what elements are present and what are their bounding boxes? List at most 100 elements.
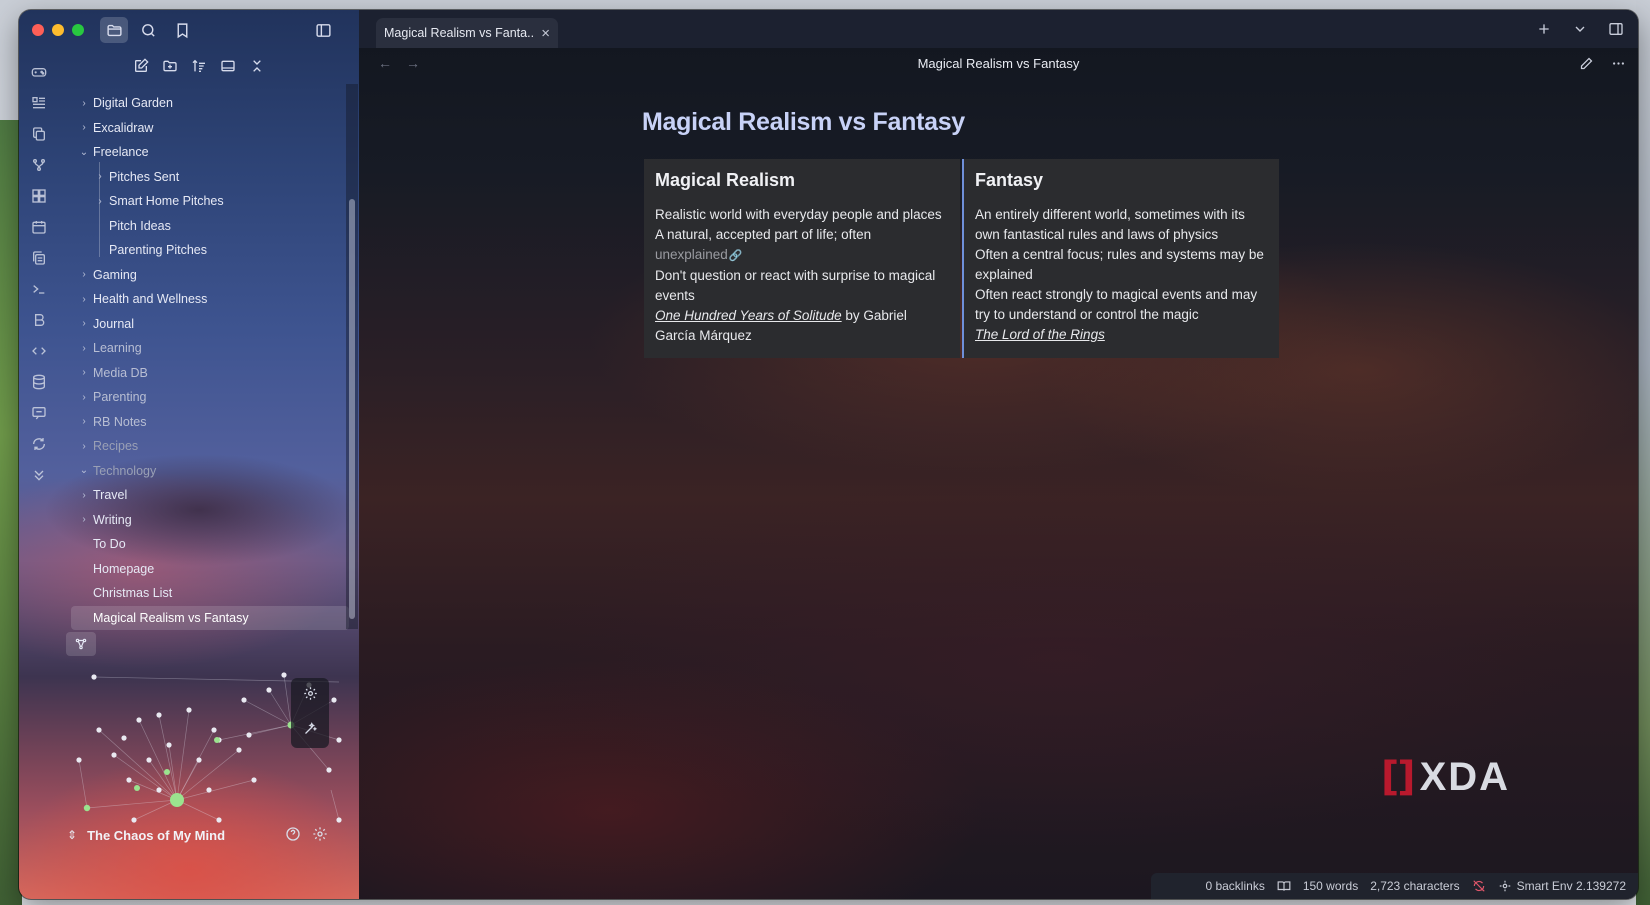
tree-file-homepage[interactable]: Homepage (71, 557, 349, 582)
sidebar-right-icon (1609, 23, 1623, 35)
gear-icon (303, 686, 317, 700)
tree-item-label: To Do (93, 537, 126, 552)
tree-file-christmas-list[interactable]: Christmas List (71, 581, 349, 606)
tree-item-label: Christmas List (93, 586, 173, 601)
collapse-sidebar-button[interactable] (309, 17, 337, 43)
tree-item-label: Parenting (93, 390, 147, 405)
more-options-button[interactable] (1608, 53, 1628, 73)
more-horizontal-icon (1612, 61, 1624, 65)
calendar-icon[interactable] (25, 211, 53, 242)
kanban-icon[interactable] (25, 87, 53, 118)
status-bar: 0 backlinks 150 words 2,723 characters S… (1151, 873, 1638, 899)
smart-env-status[interactable]: Smart Env 2.139272 (1498, 879, 1626, 893)
graph-settings-button[interactable] (303, 686, 318, 706)
minimize-window-button[interactable] (52, 24, 64, 36)
new-tab-button[interactable] (1532, 18, 1556, 40)
backlinks-count[interactable]: 0 backlinks (1205, 879, 1264, 893)
tree-folder-parenting[interactable]: › Parenting (71, 385, 349, 410)
tree-folder-smart-home-pitches[interactable]: › Smart Home Pitches (71, 189, 349, 214)
gamepad-icon[interactable] (25, 56, 53, 87)
tree-folder-journal[interactable]: › Journal (71, 312, 349, 337)
view-title[interactable]: Magical Realism vs Fantasy (359, 56, 1638, 71)
reading-mode-button[interactable] (1277, 879, 1291, 893)
book-link[interactable]: The Lord of the Rings (975, 327, 1105, 342)
sync-disabled-button[interactable] (1472, 879, 1486, 893)
table-row: A natural, accepted part of life; often (655, 225, 949, 245)
folder-icon (106, 24, 122, 36)
files-view-button[interactable] (100, 17, 128, 43)
file-tree-scrollbar[interactable] (346, 84, 358, 629)
tree-file-parenting-pitches[interactable]: Parenting Pitches (71, 238, 349, 263)
chevron-right-icon: › (82, 97, 86, 109)
tree-folder-media-db[interactable]: › Media DB (71, 361, 349, 386)
sort-icon (192, 59, 205, 72)
tree-folder-rb-notes[interactable]: › RB Notes (71, 410, 349, 435)
search-view-button[interactable] (134, 17, 162, 43)
tree-folder-digital-garden[interactable]: › Digital Garden (71, 91, 349, 116)
terminal-icon[interactable] (25, 273, 53, 304)
tree-folder-travel[interactable]: › Travel (71, 483, 349, 508)
tree-folder-recipes[interactable]: › Recipes (71, 434, 349, 459)
vault-switcher[interactable]: ⇕ The Chaos of My Mind (67, 822, 357, 848)
edit-mode-button[interactable] (1576, 53, 1596, 73)
new-folder-button[interactable] (158, 54, 182, 78)
templater-icon[interactable] (25, 335, 53, 366)
graph-icon (75, 638, 87, 650)
tree-item-label: Gaming (93, 267, 137, 282)
toggle-right-sidebar-button[interactable] (1604, 18, 1628, 40)
tree-folder-technology[interactable]: ⌄ Technology (71, 459, 349, 484)
table-row: The Lord of the Rings (975, 325, 1268, 345)
tree-file-pitch-ideas[interactable]: Pitch Ideas (71, 214, 349, 239)
table-row: Often react strongly to magical events a… (975, 287, 1258, 322)
tree-file-to-do[interactable]: To Do (71, 532, 349, 557)
chevron-right-icon: › (82, 122, 86, 134)
magic-wand-icon (304, 721, 317, 734)
tree-folder-pitches-sent[interactable]: › Pitches Sent (71, 165, 349, 190)
tree-item-label: Digital Garden (93, 96, 173, 111)
link-text[interactable]: unexplained (655, 247, 728, 262)
scrollbar-thumb[interactable] (349, 199, 355, 619)
dashboard-icon[interactable] (25, 180, 53, 211)
help-button[interactable] (285, 826, 301, 845)
ribbon (19, 50, 59, 899)
chat-icon[interactable] (25, 397, 53, 428)
tree-folder-health-and-wellness[interactable]: › Health and Wellness (71, 287, 349, 312)
graph-animate-button[interactable] (303, 721, 318, 741)
tree-folder-freelance[interactable]: ⌄ Freelance (71, 140, 349, 165)
settings-button[interactable] (312, 826, 328, 845)
tree-file-magical-realism-vs-fantasy[interactable]: Magical Realism vs Fantasy (71, 605, 349, 630)
new-note-button[interactable] (129, 54, 153, 78)
book-link[interactable]: One Hundred Years of Solitude (655, 308, 842, 323)
tree-folder-learning[interactable]: › Learning (71, 336, 349, 361)
note-title: Magical Realism vs Fantasy (642, 108, 965, 136)
zoom-window-button[interactable] (72, 24, 84, 36)
copy-notes-icon[interactable] (25, 118, 53, 149)
bookmarks-view-button[interactable] (168, 17, 196, 43)
sync-off-icon (1472, 880, 1485, 892)
collapse-all-button[interactable] (245, 54, 269, 78)
tree-folder-excalidraw[interactable]: › Excalidraw (71, 116, 349, 141)
chevrons-down-icon[interactable] (25, 459, 53, 490)
pages-icon[interactable] (25, 242, 53, 273)
tree-folder-gaming[interactable]: › Gaming (71, 263, 349, 288)
bold-icon[interactable] (25, 304, 53, 335)
unresolved-link[interactable]: unexplained🔗 (655, 245, 949, 266)
database-icon[interactable] (25, 366, 53, 397)
close-window-button[interactable] (32, 24, 44, 36)
chevron-down-icon: ⌄ (79, 465, 89, 477)
sort-order-button[interactable] (187, 54, 211, 78)
left-sidebar: › Digital Garden › Excalidraw ⌄ Freelance ›… (19, 10, 359, 899)
close-tab-icon[interactable]: × (541, 25, 550, 42)
tree-folder-writing[interactable]: › Writing (71, 508, 349, 533)
tab-list-button[interactable] (1568, 18, 1592, 40)
link-icon: 🔗 (728, 250, 743, 262)
auto-reveal-button[interactable] (216, 54, 240, 78)
sidebar-titlebar (19, 10, 359, 50)
git-branch-icon[interactable] (25, 149, 53, 180)
tree-item-label: Pitches Sent (109, 169, 180, 184)
sync-icon[interactable] (25, 428, 53, 459)
file-tree: › Digital Garden › Excalidraw ⌄ Freelance ›… (71, 91, 349, 630)
xda-logo-text: XDA (1419, 754, 1511, 799)
graph-view-toggle[interactable] (66, 632, 96, 656)
tab-magical-realism-vs-fantasy[interactable]: Magical Realism vs Fanta... × (376, 18, 558, 48)
